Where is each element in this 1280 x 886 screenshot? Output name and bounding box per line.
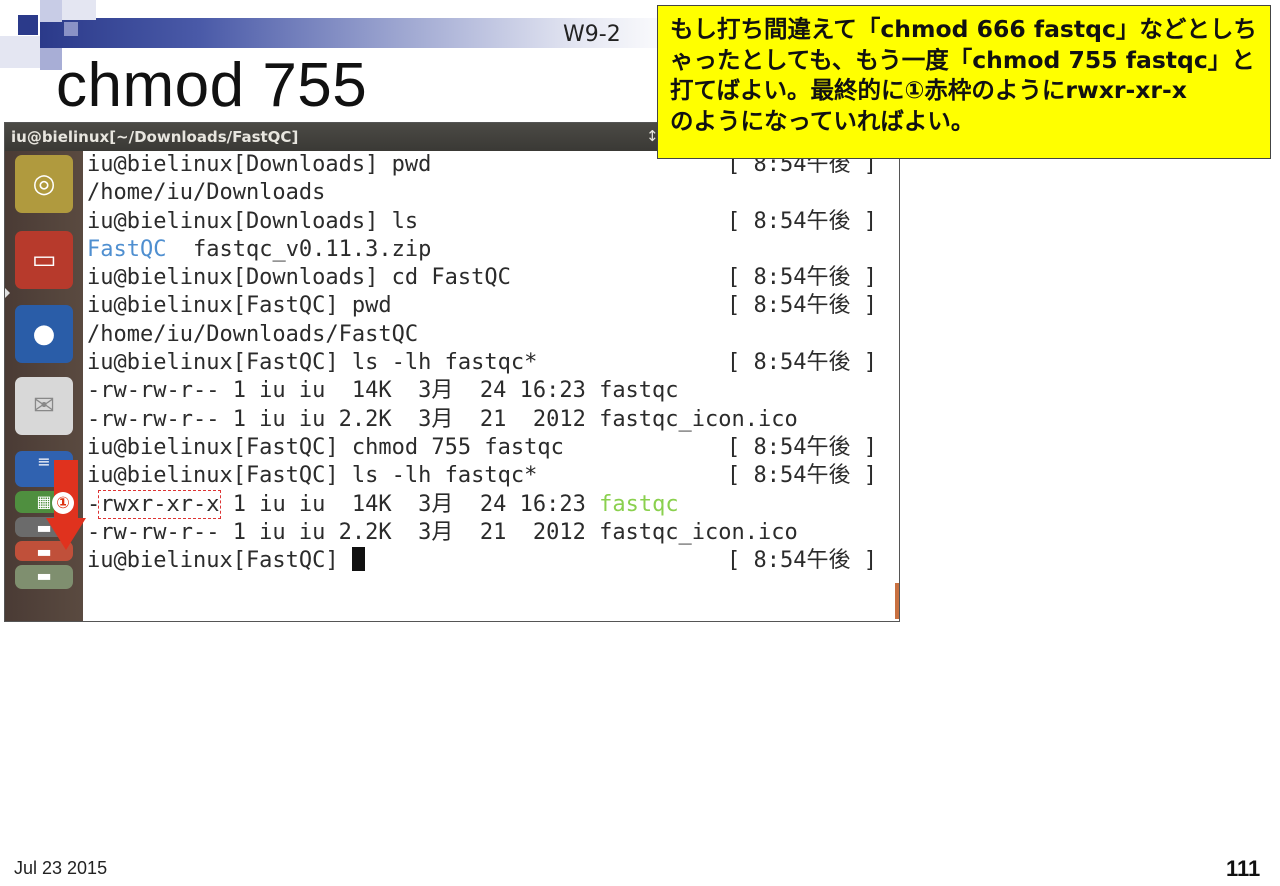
directory-name: FastQC xyxy=(87,236,167,262)
terminal-title: iu@bielinux[~/Downloads/FastQC] xyxy=(11,128,299,146)
line-text: iu@bielinux[FastQC] xyxy=(87,548,352,574)
decoration-square xyxy=(18,15,38,35)
terminal-line: iu@bielinux[FastQC] ls -lh fastqc* [ 8:54… xyxy=(87,349,899,377)
line-prefix: - xyxy=(87,491,101,517)
terminal-cursor xyxy=(351,547,365,572)
line-text: iu@bielinux[Downloads] cd FastQC xyxy=(87,265,511,291)
line-text: iu@bielinux[Downloads] ls xyxy=(87,208,419,234)
terminal-output[interactable]: iu@bielinux[Downloads] pwd [ 8:54午後 ] /ho… xyxy=(87,151,899,575)
dash-icon[interactable]: ◎ xyxy=(15,155,73,213)
line-text: iu@bielinux[FastQC] pwd xyxy=(87,293,392,319)
line-text: /home/iu/Downloads/FastQC xyxy=(87,321,419,347)
firefox-icon[interactable]: ● xyxy=(15,305,73,363)
timestamp: [ 8:54午後 ] xyxy=(727,265,877,291)
line-text: /home/iu/Downloads xyxy=(87,180,326,206)
slide-date: Jul 23 2015 xyxy=(14,858,108,878)
terminal-line: iu@bielinux[Downloads] ls [ 8:54午後 ] xyxy=(87,208,899,236)
step-badge: ① xyxy=(52,492,74,514)
terminal-line: iu@bielinux[FastQC] chmod 755 fastqc [ 8:… xyxy=(87,434,899,462)
line-text: -rw-rw-r-- 1 iu iu 2.2K 3月 21 2012 fastq… xyxy=(87,519,798,545)
timestamp: [ 8:54午後 ] xyxy=(727,434,877,460)
callout-line: 打てばよい。最終的に①赤枠のようにrwxr-xr-x xyxy=(670,76,1187,104)
timestamp: [ 8:54午後 ] xyxy=(727,293,877,319)
mail-icon[interactable]: ✉ xyxy=(15,377,73,435)
timestamp: [ 8:54午後 ] xyxy=(727,463,877,489)
terminal-line: /home/iu/Downloads/FastQC xyxy=(87,321,899,349)
callout-text: もし打ち間違えて「chmod 666 fastqc」などとしち ゃったとしても、… xyxy=(670,14,1270,136)
line-text: fastqc_v0.11.3.zip xyxy=(166,236,432,262)
scroll-indicator[interactable] xyxy=(895,583,899,619)
terminal-line: -rw-rw-r-- 1 iu iu 14K 3月 24 16:23 fastq… xyxy=(87,377,899,405)
files-icon[interactable]: ▭ xyxy=(15,231,73,289)
running-indicator xyxy=(5,288,10,298)
page-number: 111 xyxy=(1226,856,1261,881)
terminal-line: iu@bielinux[Downloads] cd FastQC [ 8:54午後… xyxy=(87,264,899,292)
terminal-line: iu@bielinux[FastQC] [ 8:54午後 ] xyxy=(87,547,899,575)
callout-line: ゃったとしても、もう一度「chmod 755 fastqc」と xyxy=(670,45,1255,74)
terminal-line: -rwxr-xr-x 1 iu iu 14K 3月 24 16:23 fastq… xyxy=(87,489,899,519)
terminal-window[interactable]: iu@bielinux[~/Downloads/FastQC] ↕ ◎ ▭ ● … xyxy=(4,122,900,622)
instruction-callout: もし打ち間違えて「chmod 666 fastqc」などとしち ゃったとしても、… xyxy=(657,5,1271,159)
decoration-square xyxy=(40,0,62,22)
terminal-line: -rw-rw-r-- 1 iu iu 2.2K 3月 21 2012 fastq… xyxy=(87,406,899,434)
line-text: iu@bielinux[FastQC] ls -lh fastqc* xyxy=(87,350,538,376)
permission-highlight: rwxr-xr-x xyxy=(98,489,222,519)
line-text: 1 iu iu 14K 3月 24 16:23 xyxy=(219,491,600,517)
decoration-square xyxy=(64,22,78,36)
terminal-line: -rw-rw-r-- 1 iu iu 2.2K 3月 21 2012 fastq… xyxy=(87,519,899,547)
terminal-line: FastQC fastqc_v0.11.3.zip xyxy=(87,236,899,264)
line-text: -rw-rw-r-- 1 iu iu 14K 3月 24 16:23 fastq… xyxy=(87,378,679,404)
executable-filename: fastqc xyxy=(599,491,679,517)
callout-line: もし打ち間違えて「chmod 666 fastqc」などとしち xyxy=(670,15,1257,43)
decoration-square xyxy=(62,0,96,20)
timestamp: [ 8:54午後 ] xyxy=(727,208,877,234)
terminal-line: iu@bielinux[FastQC] pwd [ 8:54午後 ] xyxy=(87,292,899,320)
slide-title: chmod 755 xyxy=(56,51,368,120)
line-text: iu@bielinux[Downloads] pwd xyxy=(87,152,432,177)
line-text: iu@bielinux[FastQC] ls -lh fastqc* xyxy=(87,463,538,489)
callout-line: のようになっていればよい。 xyxy=(670,106,975,135)
decoration-square xyxy=(0,36,40,68)
line-text: iu@bielinux[FastQC] chmod 755 fastqc xyxy=(87,434,564,460)
timestamp: [ 8:54午後 ] xyxy=(727,350,877,376)
timestamp: [ 8:54午後 ] xyxy=(727,548,877,574)
slide-label: W9-2 xyxy=(563,22,621,47)
line-text: -rw-rw-r-- 1 iu iu 2.2K 3月 21 2012 fastq… xyxy=(87,406,798,432)
terminal-line: /home/iu/Downloads xyxy=(87,179,899,207)
terminal-line: iu@bielinux[FastQC] ls -lh fastqc* [ 8:54… xyxy=(87,462,899,490)
settings-icon[interactable]: ▬ xyxy=(15,565,73,589)
